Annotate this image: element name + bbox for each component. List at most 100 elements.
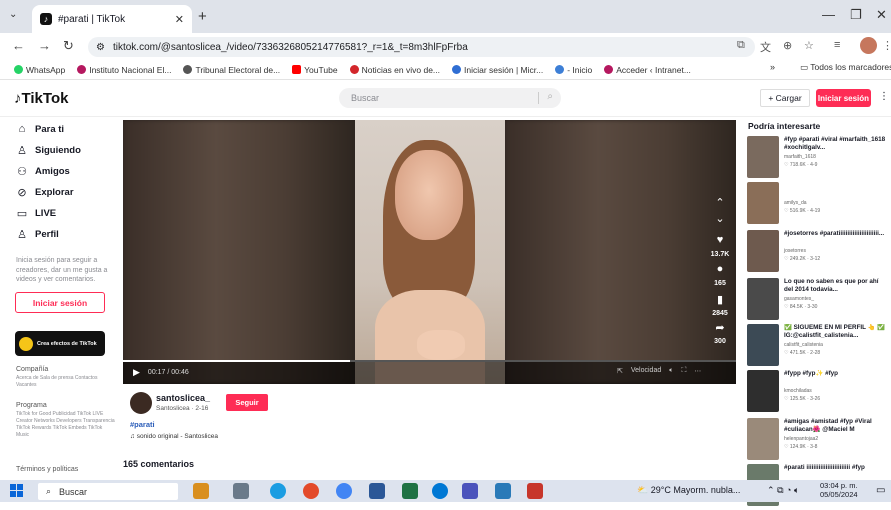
chrome-icon[interactable] <box>336 483 352 499</box>
speaker-icon[interactable]: 🔈︎ <box>794 485 799 495</box>
footer-company-links[interactable]: Acerca de Sala de prensa Contactos Vacan… <box>16 375 116 389</box>
video-frame <box>355 120 505 384</box>
login-button[interactable]: Iniciar sesión <box>816 89 871 107</box>
sidebar-item-perfil[interactable]: ♙ Perfil <box>16 228 59 241</box>
suggested-video[interactable]: #amigas #amistad #fyp #Viral #culiacan🌺 … <box>747 418 887 464</box>
all-bookmarks-button[interactable]: ▭ Todos los marcadores <box>800 62 891 73</box>
tiktok-logo[interactable]: ♪TikTok <box>14 90 68 107</box>
firefox-icon[interactable] <box>303 483 319 499</box>
edge-icon[interactable] <box>270 483 286 499</box>
suggested-thumbnail[interactable] <box>747 370 779 412</box>
suggested-thumbnail[interactable] <box>747 230 779 272</box>
create-effects-card[interactable]: Crea efectos de TikTok <box>15 331 105 356</box>
suggested-video[interactable]: ✅ SÍGUEME EN MI PERFIL 👆 ✅ IG:@calistfit… <box>747 324 887 370</box>
sidebar-item-explorar[interactable]: ⊘ Explorar <box>16 186 73 199</box>
wifi-icon[interactable]: ◔ <box>786 485 791 495</box>
tab-search-button[interactable]: ⌄ <box>9 9 17 20</box>
browser-tab[interactable]: ♪ #parati | TikTok ✕ <box>32 5 192 33</box>
author-avatar[interactable] <box>130 392 152 414</box>
comment-icon[interactable]: ● <box>710 263 730 275</box>
search-icon[interactable]: ⌕ <box>547 91 553 102</box>
pip-icon[interactable]: ⇱ <box>617 367 623 375</box>
bookmark-tribunal[interactable]: Tribunal Electoral de... <box>183 65 280 75</box>
like-heart-icon[interactable]: ♥ <box>710 234 730 246</box>
taskbar-clock[interactable]: 03:04 p. m. 05/05/2024 <box>820 481 858 499</box>
close-window-button[interactable]: ✕ <box>876 7 887 23</box>
file-explorer-icon[interactable] <box>193 483 209 499</box>
fullscreen-icon[interactable]: ⛶ <box>681 367 686 375</box>
reload-icon[interactable]: ↻ <box>63 38 74 54</box>
bookmark-inicio[interactable]: - Inicio <box>555 65 592 75</box>
suggested-thumbnail[interactable] <box>747 418 779 460</box>
more-options-icon[interactable]: ⋮ <box>879 91 889 102</box>
suggested-thumbnail[interactable] <box>747 136 779 178</box>
next-video-icon[interactable]: ⌄ <box>710 212 730 225</box>
notifications-icon[interactable]: ▭ <box>876 485 885 496</box>
play-icon[interactable]: ▶ <box>133 367 140 378</box>
search-input[interactable]: Buscar ⌕ <box>339 88 561 108</box>
suggested-video[interactable]: #fyp #parati #viral #marfaith_1618 #xoch… <box>747 136 887 182</box>
suggested-video[interactable]: Lo que no saben es que por ahí del 2014 … <box>747 278 887 324</box>
forward-icon[interactable]: → <box>38 38 51 53</box>
footer-program-links[interactable]: TikTok for Good Publicidad TikTok LIVE C… <box>16 411 116 439</box>
site-info-icon[interactable]: ⚙ <box>96 42 105 53</box>
sidebar-item-para-ti[interactable]: ⌂ Para ti <box>16 123 64 135</box>
bookmark-intranet[interactable]: Acceder ‹ Intranet... <box>604 65 691 75</box>
tray-chevron-icon[interactable]: ⌃ <box>767 485 775 495</box>
intranet-icon <box>604 65 614 74</box>
sound-link[interactable]: ♫ sonido original - Santoslicea <box>130 433 218 440</box>
more-icon[interactable]: ⋯ <box>694 367 701 375</box>
bookmark-star-icon[interactable]: ☆ <box>804 39 814 52</box>
suggested-thumbnail[interactable] <box>747 278 779 320</box>
bookmark-youtube[interactable]: YouTube <box>292 65 338 75</box>
share-icon[interactable]: ➦ <box>710 321 730 334</box>
video-hashtag[interactable]: #parati <box>130 420 155 429</box>
suggested-thumbnail[interactable] <box>747 324 779 366</box>
minimize-button[interactable]: — <box>822 7 835 22</box>
bookmark-microsoft[interactable]: Iniciar sesión | Micr... <box>452 65 543 75</box>
back-icon[interactable]: ← <box>12 38 25 53</box>
speed-button[interactable]: Velocidad <box>631 367 661 375</box>
new-tab-button[interactable]: + <box>198 8 207 25</box>
suggested-video[interactable]: #josetorres #paratiiiiiiiiiiiiiiiiiiiiii… <box>747 230 887 276</box>
install-app-icon[interactable]: ⧉ <box>737 39 745 52</box>
sidebar-login-button[interactable]: Iniciar sesión <box>15 292 105 313</box>
zoom-icon[interactable]: ⊕ <box>783 39 792 52</box>
windows-start-icon[interactable] <box>10 484 24 498</box>
more-bookmarks-button[interactable]: » <box>770 62 775 72</box>
author-username[interactable]: santoslicea_ <box>156 393 210 403</box>
suggested-video[interactable]: #fypp #fyp✨ #fyp kmochiladas ♡ 125.5K · 3-… <box>747 370 887 416</box>
chrome-menu-icon[interactable]: ⋮ <box>882 39 891 52</box>
teams-icon[interactable] <box>462 483 478 499</box>
sidebar-item-amigos[interactable]: ⚇ Amigos <box>16 165 70 178</box>
bookmark-whatsapp[interactable]: WhatsApp <box>14 65 65 75</box>
reading-list-icon[interactable]: ≡ <box>834 39 840 51</box>
bookmark-noticias[interactable]: Noticias en vivo de... <box>349 65 440 75</box>
excel-icon[interactable] <box>402 483 418 499</box>
suggested-video[interactable]: amilys_da ♡ 516.9K · 4-19 <box>747 182 887 228</box>
follow-button[interactable]: Seguir <box>226 394 268 411</box>
volume-icon[interactable]: 🔈︎ <box>669 367 673 375</box>
sidebar-item-live[interactable]: ▭ LIVE <box>16 207 56 220</box>
weather-widget[interactable]: ⛅ 29°C Mayorm. nubla... <box>637 485 740 496</box>
bookmark-icon[interactable]: ▮ <box>710 293 730 306</box>
restore-button[interactable]: ❐ <box>850 7 862 23</box>
bookmark-ine[interactable]: Instituto Nacional El... <box>77 65 171 75</box>
video-player[interactable]: ⌃ ⌄ ♥ 13.7K ● 165 ▮ 2845 ➦ 300 <box>123 120 736 384</box>
network-icon[interactable]: ⧉ <box>777 485 783 495</box>
close-tab-icon[interactable]: ✕ <box>175 13 184 26</box>
word-icon[interactable] <box>369 483 385 499</box>
taskbar-search[interactable]: ⌕ Buscar <box>38 483 178 500</box>
system-tray[interactable]: ⌃ ⧉ ◔ 🔈︎ <box>767 485 799 496</box>
photos-icon[interactable] <box>495 483 511 499</box>
translate-icon[interactable]: 文 <box>760 39 771 55</box>
upload-button[interactable]: + Cargar <box>760 89 810 107</box>
app-icon[interactable] <box>432 483 448 499</box>
suggested-thumbnail[interactable] <box>747 182 779 224</box>
previous-video-icon[interactable]: ⌃ <box>710 196 730 209</box>
task-view-icon[interactable] <box>233 483 249 499</box>
profile-avatar[interactable] <box>860 37 877 54</box>
address-bar[interactable]: ⚙ tiktok.com/@santoslicea_/video/7336326… <box>88 37 755 57</box>
sidebar-item-siguiendo[interactable]: ♙ Siguiendo <box>16 144 81 157</box>
pdf-reader-icon[interactable] <box>527 483 543 499</box>
